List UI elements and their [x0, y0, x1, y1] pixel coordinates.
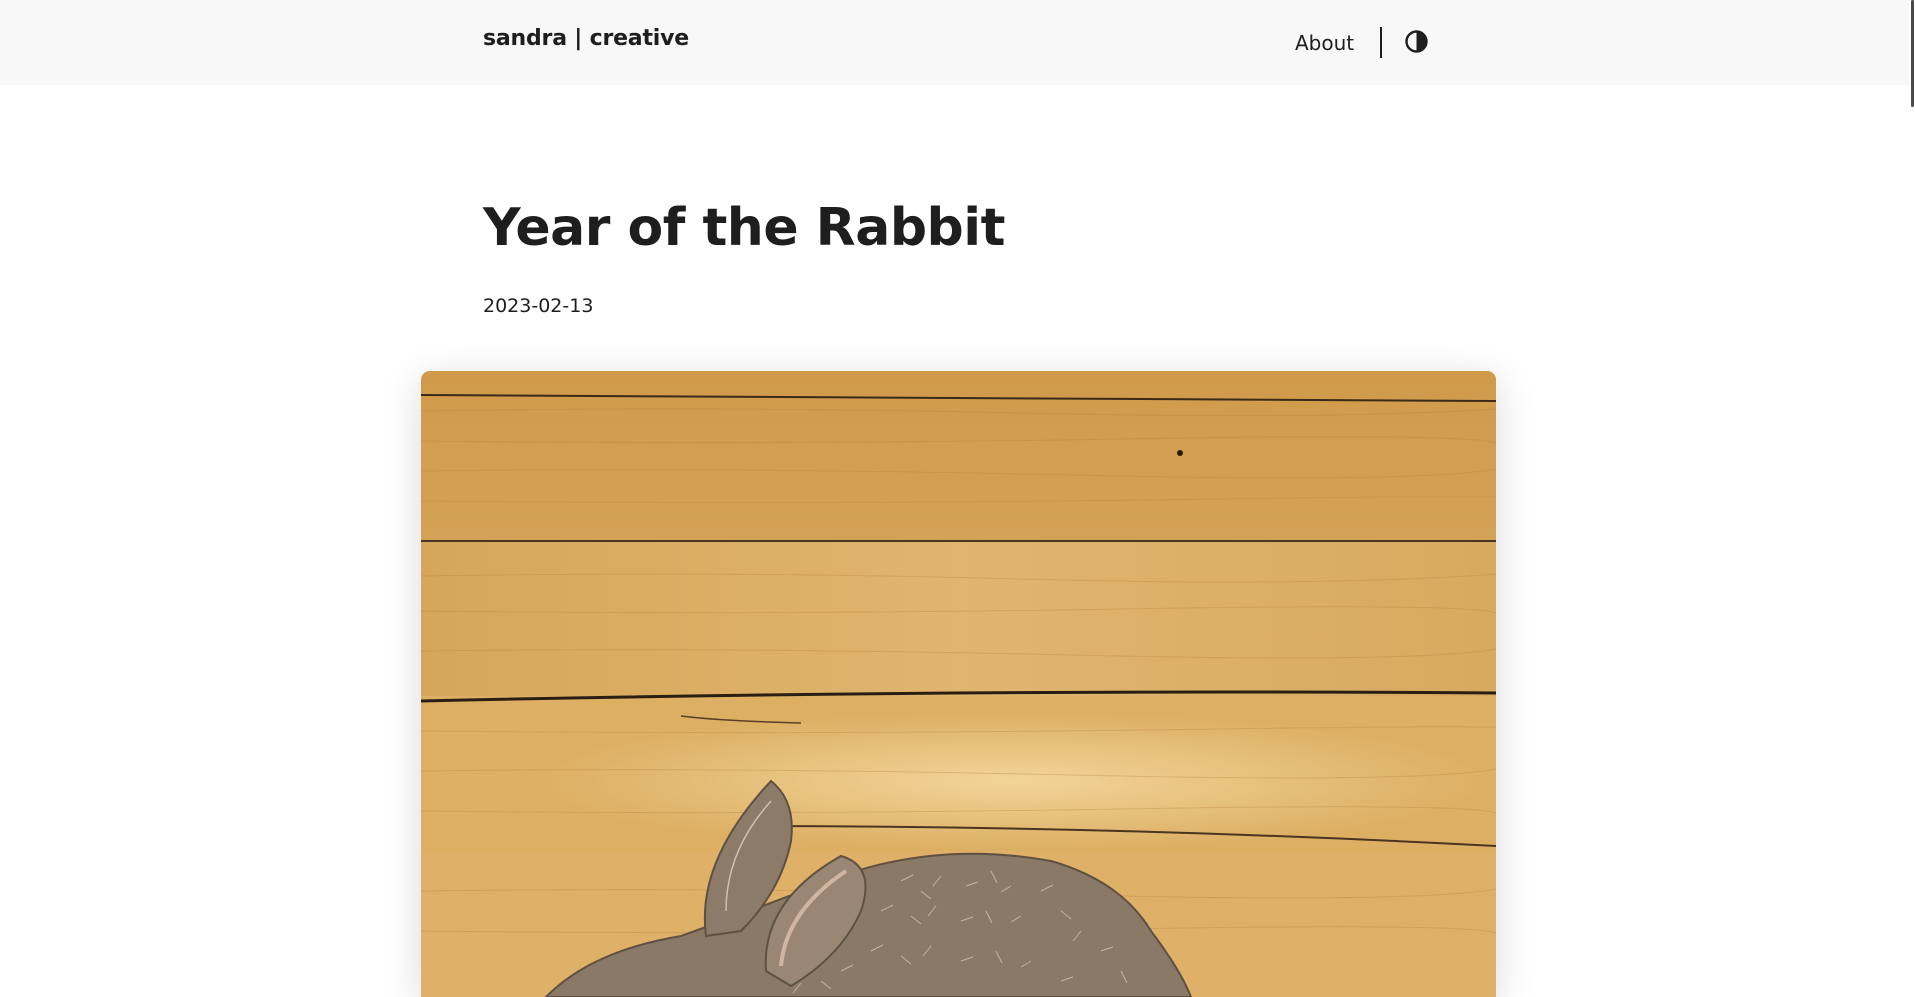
post-title: Year of the Rabbit: [483, 198, 1005, 258]
site-header: sandra | creative About: [0, 0, 1915, 85]
nav-divider: [1380, 27, 1382, 58]
contrast-icon[interactable]: [1404, 29, 1429, 54]
site-logo[interactable]: sandra | creative: [483, 26, 689, 51]
artwork-photo: [421, 371, 1496, 997]
scrollbar[interactable]: [1909, 0, 1915, 997]
scrollbar-thumb[interactable]: [1911, 0, 1914, 107]
nav-about-link[interactable]: About: [1295, 31, 1354, 55]
post-date: 2023-02-13: [483, 295, 594, 317]
